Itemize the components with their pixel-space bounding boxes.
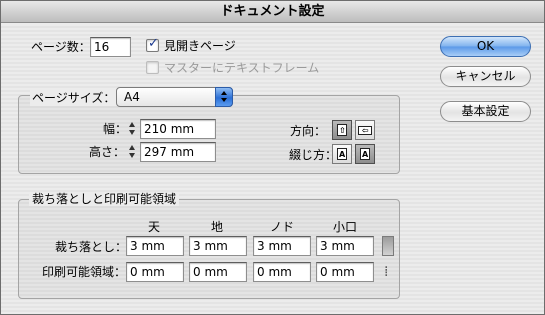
cancel-button[interactable]: キャンセル (440, 66, 531, 87)
bleed-bottom-input[interactable]: 3 mm (189, 236, 247, 256)
width-stepper[interactable] (128, 119, 136, 139)
binding-label: 綴じ方： (289, 148, 338, 162)
page-size-select[interactable]: A4 (116, 87, 233, 107)
pages-label: ページ数： (31, 40, 91, 54)
width-label: 幅： (103, 122, 128, 136)
slug-top-input[interactable]: 0 mm (126, 262, 184, 282)
height-label: 高さ： (89, 145, 126, 159)
checkmark-icon: ✓ (148, 36, 159, 51)
bleed-inside-input[interactable]: 3 mm (253, 236, 311, 256)
height-input[interactable]: 297 mm (140, 142, 216, 162)
facing-pages-label: 見開きページ (164, 39, 236, 53)
left-binding-button[interactable]: A (332, 144, 352, 164)
chain-link-icon[interactable] (382, 236, 394, 256)
page-size-value: A4 (124, 90, 140, 104)
basic-settings-button[interactable]: 基本設定 (440, 101, 531, 122)
master-text-frame-label: マスターにテキストフレーム (164, 61, 320, 75)
bleed-outside-input[interactable]: 3 mm (316, 236, 374, 256)
bleed-slug-title: 裁ち落としと印刷可能領域 (29, 192, 180, 206)
column-head-inside: ノド (270, 220, 295, 234)
facing-pages-checkbox[interactable]: ✓ (146, 36, 159, 52)
slug-label: 印刷可能領域： (42, 265, 127, 279)
bleed-label: 裁ち落とし： (55, 240, 128, 254)
ok-button[interactable]: OK (440, 36, 531, 57)
column-head-outside: 小口 (333, 220, 358, 234)
height-stepper[interactable] (128, 142, 136, 162)
portrait-button[interactable]: ⇧ (332, 120, 352, 140)
dialog-title: ドキュメント設定 (1, 1, 544, 23)
landscape-button[interactable]: ⇦ (355, 120, 375, 140)
slug-bottom-input[interactable]: 0 mm (189, 262, 247, 282)
column-head-bottom: 地 (211, 220, 224, 234)
orientation-label: 方向： (290, 124, 327, 138)
page-size-label: ページサイズ： (30, 90, 118, 106)
bleed-top-input[interactable]: 3 mm (126, 236, 184, 256)
master-text-frame-checkbox[interactable] (146, 61, 159, 74)
width-input[interactable]: 210 mm (140, 119, 216, 139)
right-binding-button[interactable]: A (355, 144, 375, 164)
broken-chain-icon[interactable]: ⁞ (384, 262, 388, 282)
column-head-top: 天 (148, 220, 161, 234)
slug-outside-input[interactable]: 0 mm (316, 262, 374, 282)
slug-inside-input[interactable]: 0 mm (253, 262, 311, 282)
document-setup-dialog: ドキュメント設定 ページ数： 16 ✓ 見開きページ マスターにテキストフレーム… (0, 0, 545, 315)
pages-input[interactable]: 16 (90, 37, 131, 57)
popup-arrows-icon (215, 87, 233, 107)
dialog-content: ページ数： 16 ✓ 見開きページ マスターにテキストフレーム ページサイズ： … (1, 24, 544, 314)
